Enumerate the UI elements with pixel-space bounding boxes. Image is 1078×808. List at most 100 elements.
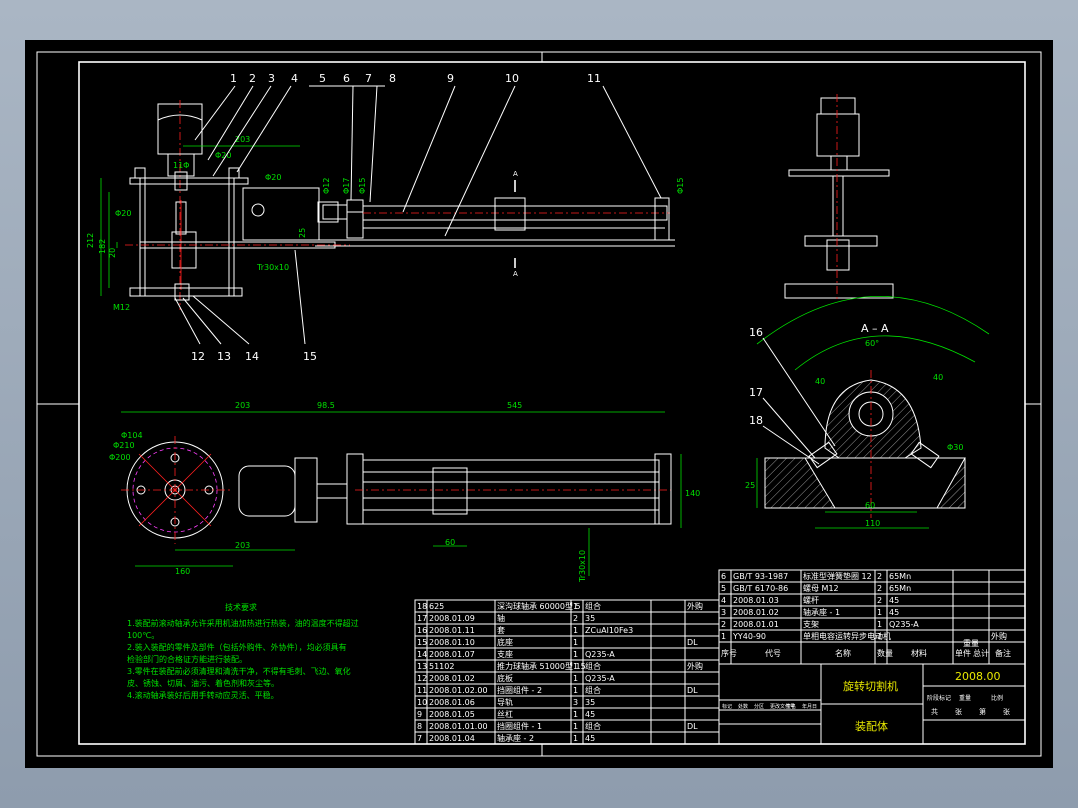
- bom-right-cell: 1: [877, 608, 882, 617]
- title-sheet-cell: 共: [931, 707, 938, 716]
- section-mark-top: A: [513, 170, 518, 178]
- title-sheet-cell: 张: [955, 707, 962, 716]
- plan-dim-545: 545: [507, 401, 522, 410]
- bom-right-cell: 2: [721, 620, 726, 629]
- part-label-12: 12: [191, 350, 205, 363]
- bom-left-cell: 1: [573, 650, 578, 659]
- title-number: 2008.00: [955, 670, 1001, 683]
- note-line-6: 皮、锈蚀、切屑、油污、着色剂和灰尘等。: [127, 678, 279, 688]
- bom-left-cell: 1: [573, 722, 578, 731]
- bom-left-cell: 1: [573, 602, 578, 611]
- bom-left-cell: 挡圈组件 - 1: [497, 721, 542, 731]
- bom-left-cell: DL: [687, 722, 698, 731]
- bom-right-cell: 1: [877, 632, 882, 641]
- bom-left-cell: 2008.01.10: [429, 638, 475, 647]
- title-phase-cell: 阶段标记: [927, 694, 951, 702]
- dim-phi15: Φ15: [358, 178, 367, 194]
- dim-11: 11Φ: [173, 161, 189, 170]
- bom-right-cell: 5: [721, 584, 726, 593]
- bom-left-cell: 9: [417, 710, 422, 719]
- bom-right-cell: 1: [877, 620, 882, 629]
- bom-left-cell: 1: [573, 638, 578, 647]
- bom-left-cell: 1: [573, 686, 578, 695]
- dim-tr30-front: Tr30x10: [256, 263, 289, 272]
- bom-left-cell: 轴: [497, 613, 505, 623]
- plan-dim-60: 60: [445, 538, 455, 547]
- bom-left-cell: 7: [417, 734, 422, 743]
- part-label-3: 3: [268, 72, 275, 85]
- note-line-2: 100℃。: [127, 631, 159, 640]
- bom-right-cell: 45: [889, 596, 899, 605]
- note-line-7: 4.滚动轴承装好后用手转动应灵活、平稳。: [127, 690, 279, 700]
- technical-notes: 技术要求 1.装配前滚动轴承允许采用机油加热进行热装，油的温度不得超过 100℃…: [127, 602, 359, 700]
- bom-right-cell: 2: [877, 596, 882, 605]
- bom-left-cell: 11: [417, 686, 427, 695]
- dim-212: 212: [86, 233, 95, 248]
- title-phase-cell: 重量: [959, 694, 971, 702]
- bom-left-cell: 底座: [497, 637, 513, 647]
- bom-left-cell: 导轨: [497, 697, 513, 707]
- bom-left-cell: 14: [417, 650, 427, 659]
- bom-left-cell: 625: [429, 602, 444, 611]
- bom-left-cell: 10: [417, 698, 427, 707]
- bom-left-cell: 2008.01.09: [429, 614, 475, 623]
- bom-right-cell: 4: [721, 596, 726, 605]
- part-label-6: 6: [343, 72, 350, 85]
- dim-110: 110: [865, 519, 880, 528]
- bom-left-cell: 2008.01.02.00: [429, 686, 488, 695]
- dim-phi20-top: Φ20: [215, 151, 231, 160]
- section-mark-bottom: A: [513, 270, 518, 278]
- bom-right-cell: 支架: [803, 619, 819, 629]
- title-phase-cell: 比例: [991, 694, 1003, 702]
- bom-header-cell: 数量: [877, 648, 893, 658]
- bom-right-cell: 2008.01.01: [733, 620, 779, 629]
- bom-left-cell: 13: [417, 662, 427, 671]
- plan-dim-tr30: Tr30x10: [578, 550, 587, 583]
- title-small-cell: 年月日: [802, 703, 817, 710]
- bom-header-cell: 材料: [911, 648, 927, 658]
- bom-right-cell: Q235-A: [889, 620, 919, 629]
- bom-left-cell: ZCuAl10Fe3: [585, 626, 633, 635]
- plan-dim-phi200: Φ200: [109, 453, 131, 462]
- leaders-top: [174, 85, 662, 345]
- bom-left-cell: 组合: [585, 721, 601, 731]
- part-label-2: 2: [249, 72, 256, 85]
- bom-right-cell: 45: [889, 608, 899, 617]
- bom-right-cell: 螺母 M12: [803, 583, 839, 593]
- bom-left-cell: 支座: [497, 649, 513, 659]
- plan-dim-203: 203: [235, 401, 250, 410]
- plan-dim-160: 160: [175, 567, 190, 576]
- bom-left-cell: 15: [417, 638, 427, 647]
- bom-left-cell: 组合: [585, 601, 601, 611]
- dim-182: 182: [98, 239, 107, 254]
- part-label-15: 15: [303, 350, 317, 363]
- title-drawing: 装配体: [855, 719, 888, 733]
- part-label-8: 8: [389, 72, 396, 85]
- note-line-5: 3.零件在装配前必须清理和清洗干净，不得有毛刺、飞边、氧化: [127, 666, 351, 676]
- bom-left-cell: Q235-A: [585, 650, 615, 659]
- bom-left-cell: 外购: [687, 661, 703, 671]
- bom-left-cell: 1: [573, 626, 578, 635]
- drawing-sheet: A A 212 182 20 Φ20 M12 203 Φ20 Tr30x10 1…: [25, 40, 1053, 768]
- bom-left-table: 18 625 深沟球轴承 60000型 51 组合 外购17 2008.01.09 轴 2 35…: [414, 599, 720, 745]
- title-small-cell: 处数: [738, 703, 748, 710]
- bom-left-cell: 2008.01.05: [429, 710, 475, 719]
- part-label-10: 10: [505, 72, 519, 85]
- bom-left-cell: 丝杠: [497, 709, 513, 719]
- bom-left-cell: 深沟球轴承 60000型 5: [497, 601, 581, 611]
- bom-header-cell: 单件: [955, 648, 971, 658]
- bom-left-cell: 1: [573, 710, 578, 719]
- side-view: [784, 94, 894, 302]
- part-label-9: 9: [447, 72, 454, 85]
- bom-left-cell: 18: [417, 602, 427, 611]
- front-view: A A 212 182 20 Φ20 M12 203 Φ20 Tr30x10 1…: [86, 72, 763, 427]
- bom-right-cell: GB/T 6170-86: [733, 584, 788, 593]
- bom-header-cell: 序号: [721, 648, 737, 658]
- plan-dim-phi104: Φ104: [121, 431, 143, 440]
- dim-60-section: 60: [865, 501, 875, 510]
- bom-left-cell: 17: [417, 614, 427, 623]
- bom-right-cell: 2008.01.02: [733, 608, 779, 617]
- dim-phi20-box: Φ20: [265, 173, 281, 182]
- plan-dim-140: 140: [685, 489, 700, 498]
- bom-right-cell: 3: [721, 608, 726, 617]
